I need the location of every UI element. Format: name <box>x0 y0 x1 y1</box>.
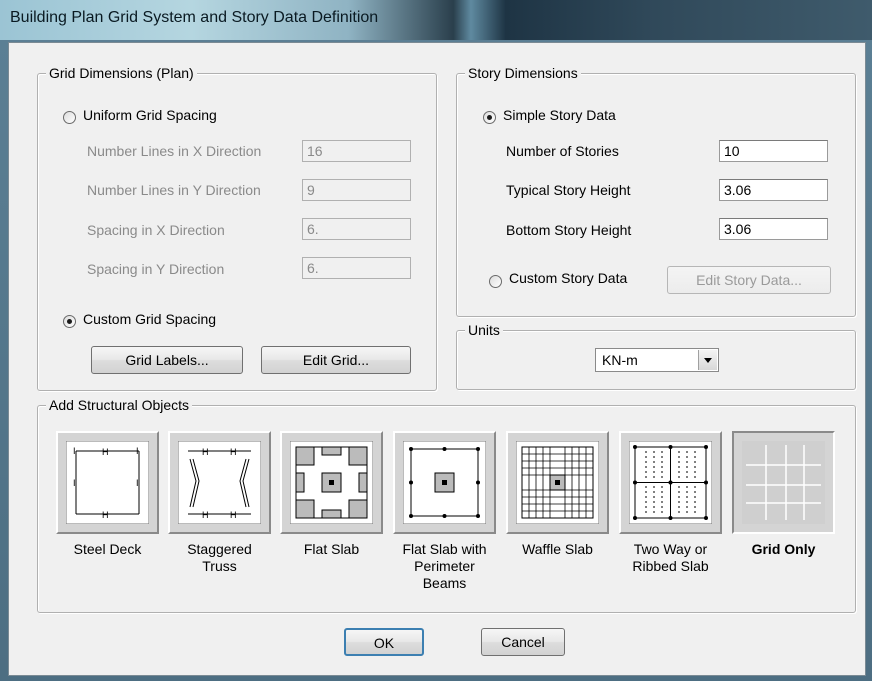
custom-grid-spacing-radio[interactable] <box>63 315 76 328</box>
grid-dimensions-legend: Grid Dimensions (Plan) <box>46 64 197 82</box>
svg-text:H: H <box>230 510 237 520</box>
svg-text:I: I <box>73 478 76 488</box>
two-way-ribbed-slab-icon <box>629 441 712 524</box>
grid-only-tile[interactable] <box>732 431 835 534</box>
custom-story-data-radio[interactable] <box>489 275 502 288</box>
staggered-truss-tile[interactable]: H H H H <box>168 431 271 534</box>
bottom-story-height-field[interactable]: 3.06 <box>719 218 828 240</box>
svg-text:H: H <box>202 510 209 520</box>
custom-story-data-label[interactable]: Custom Story Data <box>509 270 627 286</box>
flat-slab-perimeter-beams-tile[interactable] <box>393 431 496 534</box>
units-dropdown[interactable]: KN-m <box>595 348 719 372</box>
flat-slab-label: Flat Slab <box>303 541 360 557</box>
spacing-x-field[interactable]: 6. <box>302 218 411 240</box>
simple-story-data-radio[interactable] <box>483 111 496 124</box>
edit-story-data-button[interactable]: Edit Story Data... <box>667 266 831 294</box>
waffle-slab-tile[interactable] <box>506 431 609 534</box>
flat-slab-perimeter-beams-icon <box>403 441 486 524</box>
units-dropdown-value: KN-m <box>602 352 638 368</box>
spacing-y-field[interactable]: 6. <box>302 257 411 279</box>
staggered-truss-icon: H H H H <box>178 441 261 524</box>
dialog-client-area: Grid Dimensions (Plan) Uniform Grid Spac… <box>8 42 866 676</box>
waffle-slab-icon <box>516 441 599 524</box>
grid-labels-button[interactable]: Grid Labels... <box>91 346 243 374</box>
number-lines-x-field[interactable]: 16 <box>302 140 411 162</box>
edit-grid-button[interactable]: Edit Grid... <box>261 346 411 374</box>
staggered-truss-label: Staggered Truss <box>187 541 252 574</box>
steel-deck-tile[interactable]: H H I I I I <box>56 431 159 534</box>
number-of-stories-field[interactable]: 10 <box>719 140 828 162</box>
spacing-x-label: Spacing in X Direction <box>87 222 225 238</box>
steel-deck-icon: H H I I I I <box>66 441 149 524</box>
svg-text:I: I <box>136 446 139 456</box>
steel-deck-label: Steel Deck <box>73 541 142 557</box>
story-dimensions-legend: Story Dimensions <box>465 64 581 82</box>
chevron-down-icon[interactable] <box>698 350 717 370</box>
ok-button[interactable]: OK <box>344 628 424 656</box>
uniform-grid-spacing-radio[interactable] <box>63 111 76 124</box>
structural-objects-legend: Add Structural Objects <box>46 396 193 414</box>
two-way-ribbed-slab-label: Two Way or Ribbed Slab <box>632 541 709 574</box>
number-lines-x-label: Number Lines in X Direction <box>87 143 262 159</box>
simple-story-data-label[interactable]: Simple Story Data <box>503 107 616 123</box>
waffle-slab-label: Waffle Slab <box>522 541 593 557</box>
svg-text:H: H <box>102 510 109 520</box>
svg-text:I: I <box>73 446 76 456</box>
bottom-story-height-label: Bottom Story Height <box>506 222 632 238</box>
custom-grid-spacing-label[interactable]: Custom Grid Spacing <box>83 311 216 327</box>
number-lines-y-field[interactable]: 9 <box>302 179 411 201</box>
units-legend: Units <box>465 321 503 339</box>
title-bar[interactable]: Building Plan Grid System and Story Data… <box>0 0 872 40</box>
typical-story-height-label: Typical Story Height <box>506 182 631 198</box>
svg-text:H: H <box>102 447 109 457</box>
number-lines-y-label: Number Lines in Y Direction <box>87 182 261 198</box>
flat-slab-tile[interactable] <box>280 431 383 534</box>
flat-slab-icon <box>290 441 373 524</box>
number-of-stories-label: Number of Stories <box>506 143 619 159</box>
grid-only-icon <box>742 441 825 524</box>
svg-text:I: I <box>136 478 139 488</box>
grid-only-label: Grid Only <box>751 541 816 557</box>
uniform-grid-spacing-label[interactable]: Uniform Grid Spacing <box>83 107 217 123</box>
window-title: Building Plan Grid System and Story Data… <box>10 9 379 26</box>
svg-text:H: H <box>202 447 209 457</box>
two-way-ribbed-slab-tile[interactable] <box>619 431 722 534</box>
spacing-y-label: Spacing in Y Direction <box>87 261 225 277</box>
typical-story-height-field[interactable]: 3.06 <box>719 179 828 201</box>
flat-slab-perimeter-beams-label: Flat Slab with Perimeter Beams <box>402 541 487 591</box>
cancel-button[interactable]: Cancel <box>481 628 565 656</box>
svg-text:H: H <box>230 447 237 457</box>
